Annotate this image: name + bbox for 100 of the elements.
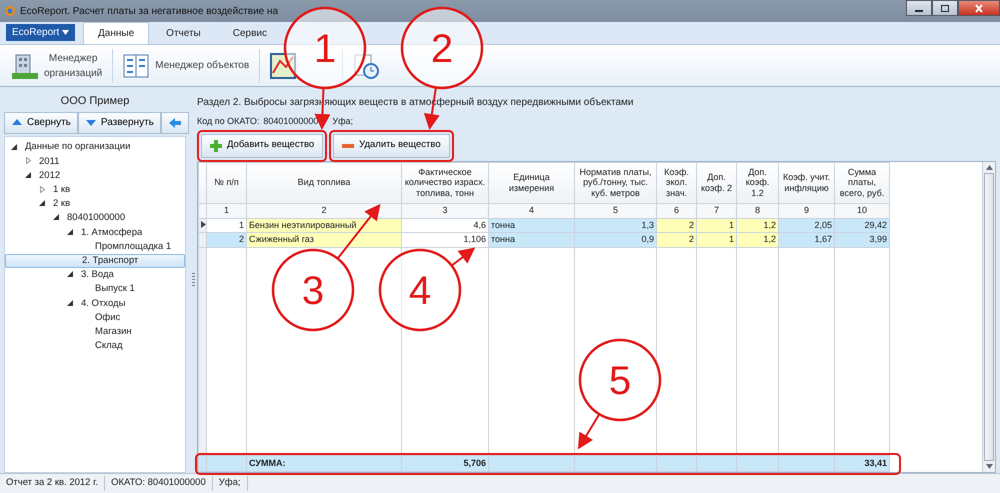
column-header[interactable]: Норматив платы, руб./тонну, тыс. куб. метров <box>574 162 656 203</box>
plus-icon <box>210 140 222 152</box>
app-logo-icon <box>4 5 16 17</box>
tree-item[interactable]: 80401000000 <box>5 211 185 226</box>
building-icon <box>12 52 38 78</box>
collapse-panel-button[interactable] <box>160 112 189 134</box>
tree-item[interactable]: 1. Атмосфера <box>5 226 185 240</box>
tree-item[interactable]: 2. Транспорт <box>5 254 185 268</box>
column-header[interactable]: Вид топлива <box>246 162 402 203</box>
expanded-triangle-icon[interactable] <box>11 144 17 150</box>
expanded-triangle-icon[interactable] <box>67 271 73 278</box>
minimize-icon <box>915 10 923 12</box>
toolbar-button[interactable]: Удалить вещество <box>333 134 450 158</box>
column-number: 6 <box>656 203 696 218</box>
column-number: 10 <box>834 203 890 218</box>
ribbon-button[interactable]: Менеджер объектов <box>119 48 254 84</box>
column-number: 4 <box>488 203 574 218</box>
callout-arrow <box>578 414 600 450</box>
column-number: 8 <box>736 203 778 218</box>
table-cell: 1,106 <box>402 232 488 247</box>
table-cell: 2 <box>656 232 696 247</box>
expanded-triangle-icon[interactable] <box>39 200 45 206</box>
ribbon-button[interactable]: Менеджер организаций <box>8 48 106 84</box>
column-number: 1 <box>206 203 246 218</box>
column-header[interactable]: Коэф. экол. знач. <box>656 162 696 203</box>
table-cell: 2 <box>206 232 246 247</box>
tree-item[interactable]: 2 кв <box>5 197 185 212</box>
callout-marker: 4 <box>378 248 462 332</box>
expanded-triangle-icon[interactable] <box>67 300 73 306</box>
table-cell: 1,2 <box>736 232 778 247</box>
document-clock-icon[interactable] <box>353 52 380 78</box>
callout-marker: 5 <box>578 338 662 422</box>
column-number: 3 <box>402 203 488 218</box>
expanded-triangle-icon[interactable] <box>53 214 59 220</box>
collapsed-triangle-icon[interactable] <box>40 186 44 193</box>
tree-item[interactable]: Промплощадка 1 <box>5 240 185 254</box>
table-cell: 1,2 <box>736 218 778 232</box>
tree-item[interactable]: 2011 <box>5 154 185 169</box>
callout-arrow <box>451 248 476 266</box>
callout-marker: 3 <box>272 248 354 332</box>
table-cell: 1,67 <box>778 232 834 247</box>
total-label: СУММА: <box>246 456 402 472</box>
total-value: 5,706 <box>402 456 488 472</box>
table-cell: 4,6 <box>402 218 488 232</box>
column-header[interactable]: № п/п <box>206 162 246 203</box>
scroll-up-icon[interactable] <box>986 164 992 170</box>
tree-item[interactable]: 4. Отходы <box>5 296 185 311</box>
window-title: EcoReport. Расчет платы за негативное воздействие на <box>20 4 278 18</box>
okato-label: Код по ОКАТО: <box>197 115 260 128</box>
minimize-button[interactable] <box>906 0 932 16</box>
splitter-grip-icon[interactable] <box>192 273 195 287</box>
table-cell: тонна <box>488 218 574 232</box>
table-cell: 0,9 <box>574 232 656 247</box>
tree-item[interactable]: Склад <box>5 339 185 354</box>
scroll-down-icon[interactable] <box>986 464 992 469</box>
table-cell: 1,3 <box>574 218 656 232</box>
status-text: Отчет за 2 кв. 2012 г. <box>0 476 106 491</box>
vertical-scrollbar[interactable] <box>982 162 995 472</box>
ribbon-tab[interactable]: Данные <box>83 22 150 44</box>
okato-value: 80401000000 <box>263 115 318 128</box>
tree-button[interactable]: Развернуть <box>78 112 161 134</box>
tree-item[interactable]: Выпуск 1 <box>5 282 185 297</box>
status-text: Уфа; <box>212 476 248 491</box>
sidebar-title: ООО Пример <box>60 94 130 109</box>
tree-button[interactable]: Свернуть <box>4 112 78 134</box>
table-cell: 3,99 <box>834 232 890 247</box>
caret-icon <box>62 30 70 35</box>
column-number: 7 <box>696 203 736 218</box>
tree-item[interactable]: 1 кв <box>5 183 185 198</box>
maximize-button[interactable] <box>932 0 958 16</box>
table-icon <box>123 52 150 78</box>
tree-item[interactable]: Магазин <box>5 324 185 340</box>
column-header[interactable]: Коэф. учит. инфляцию <box>778 162 834 203</box>
expanded-triangle-icon[interactable] <box>25 172 31 178</box>
column-header[interactable]: Фактическое количество израсх. топлива, тонн <box>402 162 488 203</box>
column-header[interactable]: Единица измерения <box>488 162 574 203</box>
tree-item[interactable]: 3. Вода <box>5 268 185 282</box>
toolbar-button[interactable]: Добавить вещество <box>201 134 324 158</box>
tree-item[interactable]: 2012 <box>5 168 185 184</box>
tree-item[interactable]: Офис <box>5 310 185 325</box>
close-icon <box>974 4 984 12</box>
app-menu-button[interactable]: EcoReport <box>6 24 76 41</box>
total-value: 33,41 <box>834 456 890 472</box>
map-icon[interactable] <box>270 52 296 78</box>
collapsed-triangle-icon[interactable] <box>26 157 30 164</box>
ribbon-tab[interactable]: Отчеты <box>151 22 216 44</box>
maximize-icon <box>940 4 950 12</box>
table-cell: 2,05 <box>778 218 834 232</box>
column-header[interactable]: Доп. коэф. 2 <box>696 162 736 203</box>
column-header[interactable]: Сумма платы, всего, руб. <box>834 162 890 203</box>
status-text: ОКАТО: 80401000000 <box>105 476 213 491</box>
table-cell: 1 <box>696 218 736 232</box>
ribbon-tab[interactable]: Сервис <box>218 22 282 44</box>
column-header[interactable]: Доп. коэф. 1.2 <box>736 162 778 203</box>
tree-item[interactable]: Данные по организации <box>5 140 185 155</box>
expanded-triangle-icon[interactable] <box>67 228 73 235</box>
column-number: 9 <box>778 203 834 218</box>
place-label: Уфа; <box>332 115 354 128</box>
table-cell: 1 <box>206 218 246 232</box>
close-button[interactable] <box>958 0 1000 16</box>
